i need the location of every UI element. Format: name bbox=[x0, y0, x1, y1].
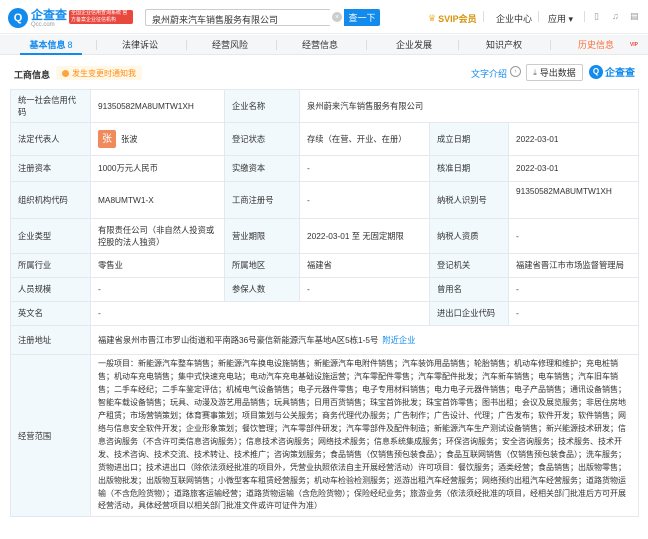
active-tab-underline bbox=[20, 53, 82, 55]
region-label: 所属地区 bbox=[224, 253, 300, 278]
avatar: 张 bbox=[98, 130, 116, 148]
scope-value: 一般项目：新能源汽车整车销售；新能源汽车换电设施销售；新能源汽车电附件销售；汽车… bbox=[89, 353, 640, 518]
import-export-value: - bbox=[507, 301, 640, 326]
staff-size-label: 人员规模 bbox=[10, 277, 91, 302]
nearby-companies-link[interactable]: 附近企业 bbox=[382, 335, 415, 345]
tab-operation[interactable]: 经营信息 bbox=[290, 35, 350, 55]
english-name-value: - bbox=[90, 301, 430, 326]
taxpayer-qual-value: - bbox=[507, 218, 640, 254]
vip-tag: VIP bbox=[629, 42, 638, 48]
tab-ip[interactable]: 知识产权 bbox=[474, 35, 534, 55]
insured-label: 参保人数 bbox=[224, 277, 300, 302]
svip-link[interactable]: ♛ SVIP会员 bbox=[428, 12, 477, 25]
company-tabs: 基本信息 8 法律诉讼 经营风险 经营信息 企业发展 知识产权 历史信息 VIP bbox=[0, 35, 648, 55]
notify-label: 发生变更时通知我 bbox=[72, 68, 136, 78]
brand-logo-icon: Q bbox=[589, 64, 603, 79]
divider bbox=[538, 11, 539, 22]
section-title: 工商信息 bbox=[14, 70, 51, 80]
tax-id-value: 91350582MA8UMTW1XH bbox=[507, 181, 640, 219]
english-name-label: 英文名 bbox=[10, 301, 91, 326]
export-data-button[interactable]: ⤓ 导出数据 bbox=[526, 64, 583, 81]
qcc-logo[interactable]: Q 企查查 Qcc.com bbox=[8, 8, 67, 28]
notify-icon bbox=[62, 69, 69, 77]
download-icon: ⤓ bbox=[533, 67, 537, 77]
address-cell: 福建省泉州市晋江市罗山街道和平南路36号豪信新能源汽车基地A区5栋1-5号 附近企… bbox=[89, 325, 640, 355]
reg-authority-value: 福建省晋江市市场监督管理局 bbox=[507, 253, 640, 278]
business-info-table: 统一社会信用代码 91350582MA8UMTW1XH 企业名称 泉州蔚来汽车销… bbox=[10, 89, 640, 518]
scope-label: 经营范围 bbox=[10, 353, 91, 518]
brand-text: 企查查 bbox=[605, 68, 635, 79]
staff-size-value: - bbox=[90, 277, 225, 302]
top-header: Q 企查查 Qcc.com 全国企业信用查询系统 官方备案企业征信机构 泉州蔚来… bbox=[0, 0, 648, 34]
credit-code-label: 统一社会信用代码 bbox=[10, 89, 91, 123]
credit-code-value: 91350582MA8UMTW1XH bbox=[90, 89, 225, 123]
former-name-value: - bbox=[507, 277, 640, 302]
import-export-label: 进出口企业代码 bbox=[429, 301, 509, 326]
reg-capital-value: 1000万元人民币 bbox=[90, 155, 225, 182]
logo-icon: Q bbox=[8, 8, 28, 28]
logo-domain: Qcc.com bbox=[31, 21, 55, 28]
company-type-label: 企业类型 bbox=[10, 218, 91, 254]
established-label: 成立日期 bbox=[429, 122, 509, 156]
text-intro-link[interactable]: 文字介绍 bbox=[471, 67, 507, 80]
bell-icon[interactable]: ♫ bbox=[612, 11, 619, 21]
company-name-value: 泉州蔚来汽车销售服务有限公司 bbox=[298, 89, 640, 123]
tab-basic-info[interactable]: 基本信息 8 bbox=[20, 35, 82, 55]
legal-rep-name[interactable]: 张波 bbox=[121, 133, 138, 145]
biz-term-label: 营业期限 bbox=[224, 218, 300, 254]
approved-date-value: 2022-03-01 bbox=[507, 155, 640, 182]
divider bbox=[483, 11, 484, 22]
chevron-down-icon: ▾ bbox=[568, 14, 574, 24]
biz-reg-no-value: - bbox=[299, 181, 430, 219]
taxpayer-qual-label: 纳税人资质 bbox=[429, 218, 509, 254]
address-value: 福建省泉州市晋江市罗山街道和平南路36号豪信新能源汽车基地A区5栋1-5号 bbox=[98, 334, 379, 345]
change-notify-button[interactable]: 发生变更时通知我 bbox=[56, 66, 142, 80]
reg-status-label: 登记状态 bbox=[224, 122, 300, 156]
chevron-right-icon[interactable]: › bbox=[510, 66, 521, 77]
export-label: 导出数据 bbox=[539, 68, 576, 78]
established-value: 2022-03-01 bbox=[507, 122, 640, 156]
biz-term-value: 2022-03-01 至 无固定期限 bbox=[299, 218, 430, 254]
official-badge: 全国企业信用查询系统 官方备案企业征信机构 bbox=[69, 10, 133, 24]
org-code-value: MA8UMTW1-X bbox=[90, 181, 225, 219]
industry-label: 所属行业 bbox=[10, 253, 91, 278]
search-input[interactable]: 泉州蔚来汽车销售服务有限公司 bbox=[145, 9, 330, 26]
former-name-label: 曾用名 bbox=[429, 277, 509, 302]
tab-history[interactable]: 历史信息 VIP bbox=[566, 35, 638, 55]
divider bbox=[584, 11, 585, 22]
company-type-value: 有限责任公司（非自然人投资或控股的法人独资） bbox=[90, 218, 225, 254]
reg-authority-label: 登记机关 bbox=[429, 253, 509, 278]
legal-rep-cell: 张 张波 bbox=[90, 122, 225, 156]
document-icon[interactable]: ▤ bbox=[630, 11, 639, 22]
org-code-label: 组织机构代码 bbox=[10, 181, 91, 219]
apps-menu[interactable]: 应用 ▾ bbox=[548, 12, 573, 25]
paid-capital-label: 实缴资本 bbox=[224, 155, 300, 182]
insured-value: - bbox=[299, 277, 430, 302]
phone-icon[interactable]: ▯ bbox=[594, 11, 599, 22]
reg-capital-label: 注册资本 bbox=[10, 155, 91, 182]
crown-icon: ♛ bbox=[428, 13, 437, 23]
tab-development[interactable]: 企业发展 bbox=[384, 35, 444, 55]
tab-risk[interactable]: 经营风险 bbox=[200, 35, 260, 55]
enterprise-center-link[interactable]: 企业中心 bbox=[496, 12, 532, 25]
brand-watermark: Q 企查查 bbox=[589, 64, 635, 79]
biz-reg-no-label: 工商注册号 bbox=[224, 181, 300, 219]
paid-capital-value: - bbox=[299, 155, 430, 182]
industry-value: 零售业 bbox=[90, 253, 225, 278]
address-label: 注册地址 bbox=[10, 325, 91, 355]
clear-icon[interactable]: × bbox=[332, 12, 342, 22]
reg-status-value: 存续（在营、开业、在册） bbox=[299, 122, 430, 156]
company-name-label: 企业名称 bbox=[224, 89, 300, 123]
apps-label: 应用 bbox=[548, 14, 567, 24]
search-button[interactable]: 查一下 bbox=[344, 9, 380, 26]
approved-date-label: 核准日期 bbox=[429, 155, 509, 182]
tab-count: 8 bbox=[67, 40, 73, 50]
logo-name: 企查查 bbox=[31, 7, 68, 22]
svip-label: SVIP会员 bbox=[438, 14, 477, 24]
tab-legal[interactable]: 法律诉讼 bbox=[110, 35, 170, 55]
region-value: 福建省 bbox=[299, 253, 430, 278]
legal-rep-label: 法定代表人 bbox=[10, 122, 91, 156]
tax-id-label: 纳税人识别号 bbox=[429, 181, 509, 219]
